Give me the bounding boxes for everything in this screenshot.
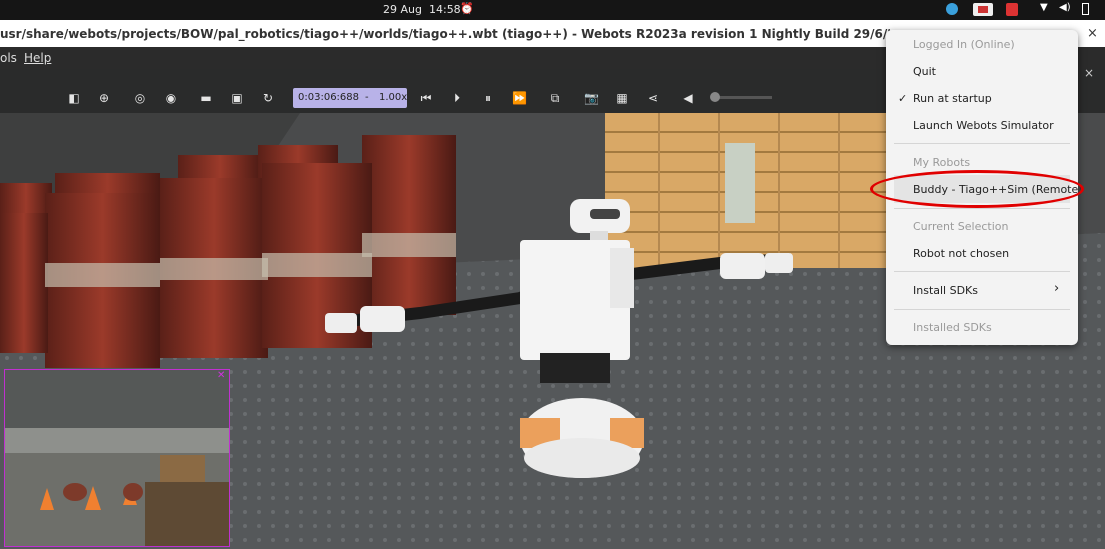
chevron-right-icon: › (1054, 281, 1060, 296)
add-node-icon[interactable]: ⊕ (97, 91, 111, 105)
system-clock[interactable]: 29 Aug 14:58 (383, 3, 461, 16)
fast-forward-icon[interactable]: ⏩ (512, 91, 527, 105)
check-icon: ✓ (898, 92, 908, 105)
menu-tools[interactable]: ols (0, 51, 17, 65)
menu-separator (894, 143, 1070, 144)
toggle-scene-tree-icon[interactable]: ◧ (67, 91, 81, 105)
menu-separator (894, 208, 1070, 209)
tray-app-icon[interactable] (973, 3, 993, 16)
menu-help[interactable]: Help (24, 51, 51, 65)
simulation-time-display: 0:03:06:688 - 1.00x (293, 88, 407, 108)
battery-icon[interactable] (1082, 3, 1089, 15)
time-separator: - (365, 92, 369, 103)
telegram-tray-icon[interactable] (946, 3, 958, 15)
menu-item-quit[interactable]: Quit (913, 65, 936, 78)
save-world-icon[interactable]: ▣ (230, 91, 244, 105)
step-icon[interactable]: ⏵ (450, 91, 464, 105)
screenshot-camera-icon[interactable]: 📷 (584, 91, 599, 105)
pause-icon[interactable]: ⏸ (481, 91, 495, 105)
hand-truck (725, 143, 755, 223)
camera-close-icon[interactable]: ✕ (217, 371, 227, 381)
menu-separator (894, 309, 1070, 310)
volume-slider-knob[interactable] (710, 92, 720, 102)
window-close-icon[interactable]: × (1087, 26, 1098, 41)
menu-item-robot-not-chosen[interactable]: Robot not chosen (913, 247, 1009, 260)
system-top-bar: 29 Aug 14:58 ⏰ ▼ ◀) (0, 0, 1105, 20)
menu-header-current-selection: Current Selection (913, 220, 1009, 233)
menu-item-logged-in: Logged In (Online) (913, 38, 1015, 51)
mute-speaker-icon[interactable]: ◀ (681, 91, 695, 105)
alarm-icon[interactable]: ⏰ (460, 2, 474, 15)
red-app-tray-icon[interactable] (1006, 3, 1018, 16)
menu-item-installed-sdks: Installed SDKs (913, 321, 992, 334)
view-orientation-icon[interactable]: ◎ (133, 91, 147, 105)
simulation-time: 0:03:06:688 (298, 92, 360, 103)
menu-separator (894, 271, 1070, 272)
system-time: 14:58 (428, 3, 461, 16)
menu-item-run-at-startup[interactable]: Run at startup (913, 92, 992, 105)
camera-render (5, 370, 229, 546)
panel-close-icon[interactable]: × (1084, 66, 1094, 80)
share-icon[interactable]: ⋖ (646, 91, 660, 105)
volume-slider[interactable] (712, 96, 772, 99)
record-movie-icon[interactable]: ▦ (615, 91, 629, 105)
reload-world-icon[interactable]: ↻ (261, 91, 275, 105)
rendering-toggle-icon[interactable]: ⧉ (548, 91, 562, 105)
simulation-speed: 1.00x (379, 92, 408, 103)
camera-overlay-view[interactable]: ✕ (4, 369, 230, 547)
menu-item-install-sdks[interactable]: Install SDKs (913, 284, 978, 297)
system-date: 29 Aug (383, 3, 422, 16)
window-title: usr/share/webots/projects/BOW/pal_roboti… (0, 27, 890, 41)
menu-item-launch-webots[interactable]: Launch Webots Simulator (913, 119, 1054, 132)
menu-header-my-robots: My Robots (913, 156, 971, 169)
visibility-eye-icon[interactable]: ◉ (164, 91, 178, 105)
open-world-folder-icon[interactable]: ▬ (199, 91, 213, 105)
volume-icon[interactable]: ◀) (1059, 2, 1071, 15)
red-highlight-annotation (870, 170, 1084, 208)
reset-simulation-icon[interactable]: ⏮ (419, 91, 433, 105)
wifi-icon[interactable]: ▼ (1040, 2, 1048, 15)
